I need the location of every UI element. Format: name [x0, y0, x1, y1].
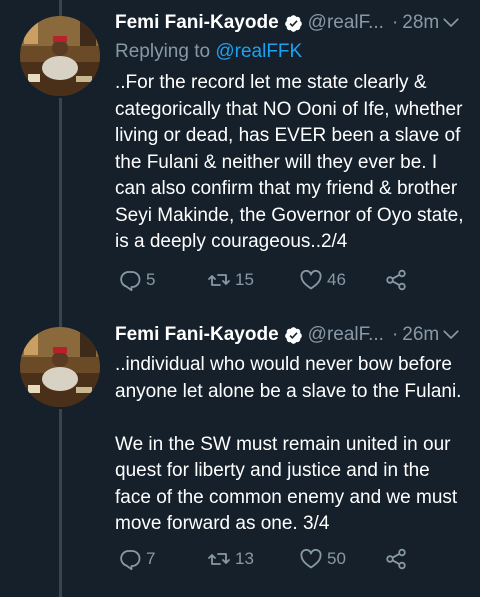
share-icon	[386, 548, 406, 570]
reply-button[interactable]: 5	[118, 268, 207, 292]
reply-button[interactable]: 7	[118, 547, 207, 571]
tweet-thread: Femi Fani-Kayode @realF... · 28m Replyin…	[0, 0, 480, 597]
reply-icon	[120, 550, 141, 571]
tweet[interactable]: Femi Fani-Kayode @realF... · 28m Replyin…	[0, 0, 480, 320]
thread-connector-line	[59, 98, 62, 320]
tweet-content: Femi Fani-Kayode @realF... · 28m Replyin…	[115, 8, 468, 256]
replying-prefix: Replying to	[115, 41, 216, 62]
separator: ·	[391, 12, 399, 33]
retweet-button[interactable]: 13	[207, 547, 299, 571]
verified-badge-icon	[284, 326, 302, 344]
timestamp[interactable]: 28m	[402, 12, 439, 34]
tweet-header: Femi Fani-Kayode @realF... · 26m	[115, 320, 468, 350]
avatar-photo	[20, 327, 100, 407]
tweet-actions: 5 15 46	[118, 268, 408, 292]
author-handle[interactable]: @realF...	[308, 324, 384, 346]
thread-connector-line	[59, 320, 62, 327]
share-button[interactable]	[384, 547, 408, 571]
retweet-count: 13	[235, 549, 254, 568]
replying-to-mention[interactable]: @realFFK	[215, 41, 302, 62]
retweet-icon	[208, 553, 230, 565]
tweet-header: Femi Fani-Kayode @realF... · 28m	[115, 8, 468, 38]
tweet-text: ..For the record let me state clearly & …	[115, 72, 469, 252]
tweet-text: ..individual who would never bow before …	[115, 354, 462, 534]
avatar[interactable]	[20, 327, 100, 407]
tweet-content: Femi Fani-Kayode @realF... · 26m ..indiv…	[115, 320, 468, 538]
reply-count: 5	[146, 270, 156, 289]
author-name[interactable]: Femi Fani-Kayode	[115, 324, 279, 346]
caret-down-icon[interactable]	[442, 14, 460, 32]
avatar-photo	[20, 16, 100, 96]
verified-badge-icon	[284, 14, 302, 32]
retweet-button[interactable]: 15	[207, 268, 299, 292]
avatar[interactable]	[20, 16, 100, 96]
timestamp[interactable]: 26m	[402, 324, 439, 346]
reply-icon	[120, 271, 141, 292]
author-handle[interactable]: @realF...	[308, 12, 384, 34]
author-name[interactable]: Femi Fani-Kayode	[115, 12, 279, 34]
retweet-icon	[208, 274, 230, 286]
share-icon	[386, 269, 406, 291]
caret-down-icon[interactable]	[442, 326, 460, 344]
tweet-actions: 7 13 50	[118, 547, 408, 571]
tweet[interactable]: Femi Fani-Kayode @realF... · 26m ..indiv…	[0, 320, 480, 597]
like-count: 46	[327, 270, 346, 289]
like-button[interactable]: 50	[299, 547, 384, 571]
retweet-count: 15	[235, 270, 254, 289]
separator: ·	[391, 324, 399, 345]
reply-count: 7	[146, 549, 156, 568]
thread-connector-line	[59, 0, 62, 16]
like-button[interactable]: 46	[299, 268, 384, 292]
thread-connector-line	[59, 409, 62, 597]
share-button[interactable]	[384, 268, 408, 292]
like-icon	[300, 269, 322, 290]
like-icon	[300, 548, 322, 569]
replying-to: Replying to @realFFK	[115, 38, 468, 66]
like-count: 50	[327, 549, 346, 568]
